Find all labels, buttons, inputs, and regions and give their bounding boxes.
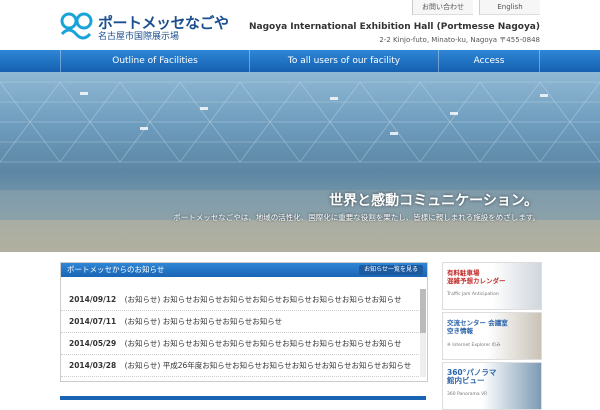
banner-title: 混雑予想カレンダー — [447, 277, 506, 285]
news-tag: (お知らせ) — [124, 317, 161, 326]
logo-subtext: 名古屋市国際展示場 — [98, 32, 180, 42]
hero-headline: 世界と感動コミュニケーション。 — [329, 193, 538, 209]
organization-name: Nagoya International Exhibition Hall (Po… — [249, 22, 540, 32]
news-text: お知らせお知らせお知らせお知らせお知らせお知らせお知らせお知らせ — [162, 339, 402, 348]
news-text: お知らせお知らせお知らせお知らせ — [162, 317, 283, 326]
nav-to-all-users[interactable]: To all users of our facility — [249, 50, 438, 72]
news-date: 2014/05/29 — [69, 339, 117, 348]
banner-caption: 360 Panorama VR — [447, 392, 488, 397]
news-scrollbar[interactable] — [420, 289, 426, 377]
banner-caption: ※ Internet Explorer のみ — [447, 343, 501, 348]
news-scrollbar-thumb[interactable] — [420, 289, 426, 333]
news-header: ポートメッセからのお知らせ お知らせ一覧を見る — [61, 263, 427, 277]
nav-access[interactable]: Access — [438, 50, 540, 72]
news-date: 2014/07/11 — [69, 317, 117, 326]
news-tag: (お知らせ) — [124, 361, 161, 370]
banner-caption: Traffic Jam Anticipation — [447, 292, 499, 297]
site-logo[interactable]: ポートメッセなごや 名古屋市国際展示場 — [60, 12, 229, 42]
meeting-room-banner[interactable]: 交流センター 会議室 空き情報 ※ Internet Explorer のみ — [442, 312, 542, 360]
news-item[interactable]: 2014/07/11 (お知らせ) お知らせお知らせお知らせお知らせ — [61, 311, 419, 333]
main-nav: Outline of Facilities To all users of ou… — [0, 50, 600, 72]
news-tag: (お知らせ) — [124, 295, 161, 304]
hero-banner: 世界と感動コミュニケーション。 ポートメッセなごやは、地域の活性化、国際化に重要… — [0, 72, 600, 252]
news-title: ポートメッセからのお知らせ — [67, 265, 165, 274]
bottom-panel-bar — [60, 396, 426, 400]
news-item[interactable]: 2014/05/29 (お知らせ) お知らせお知らせお知らせお知らせお知らせお知… — [61, 333, 419, 355]
banner-title: 空き情報 — [447, 327, 473, 335]
banner-title: 館内ビュー — [447, 376, 485, 385]
logo-wave-icon — [60, 12, 93, 40]
news-date: 2014/03/28 — [69, 361, 117, 370]
news-tag: (お知らせ) — [124, 339, 161, 348]
news-item[interactable]: 2014/09/12 (お知らせ) お知らせお知らせお知らせお知らせお知らせお知… — [61, 289, 419, 311]
hall-ceiling-image — [0, 81, 600, 252]
site-header: ポートメッセなごや 名古屋市国際展示場 お問い合わせ English Nagoy… — [0, 0, 600, 50]
news-text: 平成26年度お知らせお知らせお知らせお知らせお知らせお知らせお知らせ — [162, 361, 412, 370]
english-link[interactable]: English — [479, 0, 540, 15]
contact-link[interactable]: お問い合わせ — [412, 0, 473, 15]
panorama-view-banner[interactable]: 360°パノラマ 館内ビュー 360 Panorama VR — [442, 362, 542, 410]
news-text: お知らせお知らせお知らせお知らせお知らせお知らせお知らせお知らせ — [162, 295, 402, 304]
parking-calendar-banner[interactable]: 有料駐車場 混雑予想カレンダー Traffic Jam Anticipation — [442, 262, 542, 310]
news-more-button[interactable]: お知らせ一覧を見る — [359, 265, 423, 275]
hero-subtext: ポートメッセなごやは、地域の活性化、国際化に重要な役割を果たし、皆様に親しまれる… — [173, 213, 540, 222]
news-list: 2014/09/12 (お知らせ) お知らせお知らせお知らせお知らせお知らせお知… — [61, 289, 419, 377]
news-panel: ポートメッセからのお知らせ お知らせ一覧を見る 2014/09/12 (お知らせ… — [60, 262, 428, 382]
organization-address: 2-2 Kinjo-futo, Minato-ku, Nagoya 〒455-0… — [379, 36, 540, 44]
nav-outline-of-facilities[interactable]: Outline of Facilities — [60, 50, 249, 72]
utility-links: お問い合わせ English — [412, 0, 540, 15]
news-date: 2014/09/12 — [69, 295, 117, 304]
news-item[interactable]: 2014/03/28 (お知らせ) 平成26年度お知らせお知らせお知らせお知らせ… — [61, 355, 419, 377]
